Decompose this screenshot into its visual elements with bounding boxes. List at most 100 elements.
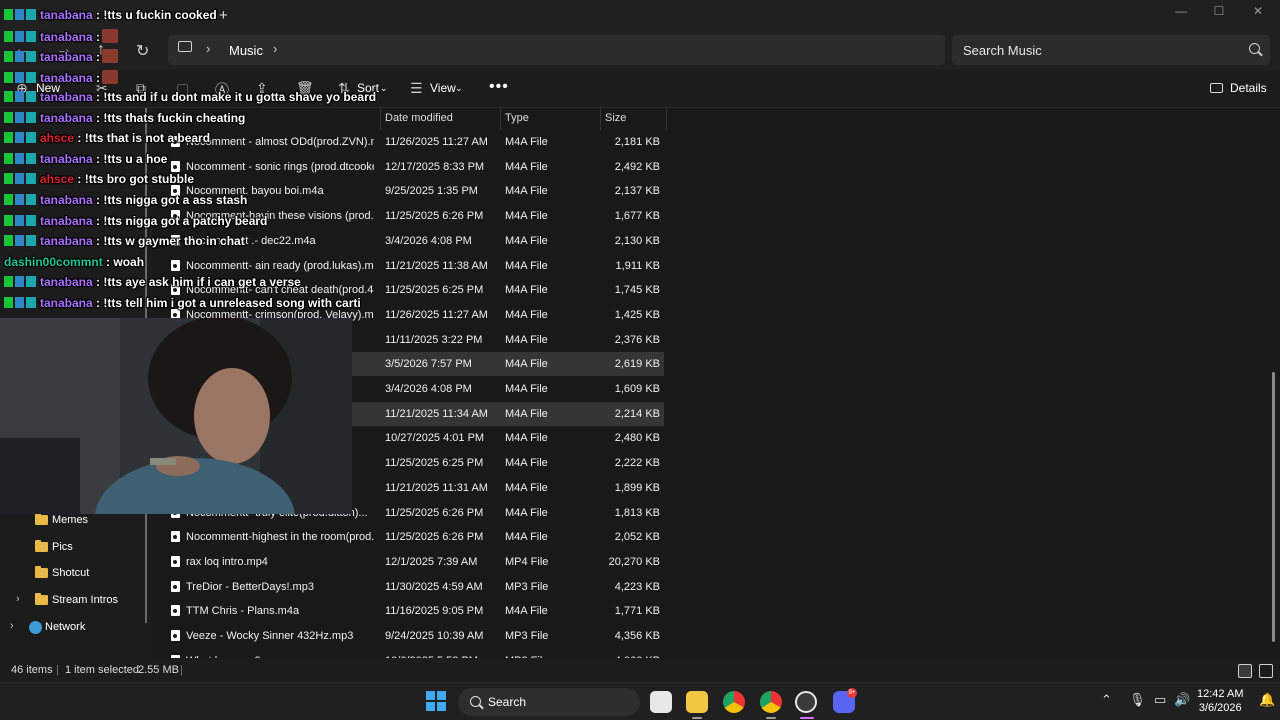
- file-date: 11/25/2025 6:26 PM: [385, 506, 484, 519]
- chrome-icon[interactable]: [723, 691, 745, 713]
- nav-item-label: Network: [45, 621, 86, 633]
- audio-file-icon: [171, 605, 180, 617]
- chat-message: tanabana : !tts nigga got a ass stash: [4, 193, 247, 211]
- chat-message: tanabana : !tts thats fuckin cheating: [4, 111, 245, 129]
- minimize-button[interactable]: —: [1167, 4, 1195, 22]
- clock[interactable]: 12:42 AM 3/6/2026: [1197, 687, 1243, 715]
- file-row[interactable]: What ham.mp310/6/2025 5:58 PMMP3 File4,0…: [162, 649, 664, 658]
- file-row[interactable]: Nocommentt-highest in the room(prod.1...…: [162, 525, 664, 549]
- file-row[interactable]: rax loq intro.mp4 12/1/2025 7:39 AM MP4 Fi…: [162, 550, 664, 574]
- chevron-up-icon[interactable]: ⌃: [1101, 692, 1112, 708]
- file-list-scrollbar[interactable]: [1272, 372, 1275, 642]
- file-date: 9/25/2025 1:35 PM: [385, 185, 478, 198]
- nav-item-stream-intros[interactable]: › Stream Intros: [0, 590, 150, 612]
- verified-badge-icon: [15, 71, 24, 83]
- chat-text: : !tts aye ask him if i can get a verse: [96, 275, 301, 290]
- file-size: 2,130 KB: [614, 234, 660, 247]
- file-date: 11/25/2025 6:26 PM: [385, 531, 484, 544]
- file-size: 4,223 KB: [614, 580, 660, 593]
- file-row[interactable]: Veeze - Wocky Sinner 432Hz.mp3 9/24/2025 …: [162, 624, 664, 648]
- mod-badge-icon: [4, 296, 13, 308]
- nav-item-network[interactable]: › Network: [0, 617, 150, 639]
- chat-username: tanabana: [40, 50, 93, 65]
- file-date: 12/1/2025 7:39 AM: [385, 555, 478, 568]
- file-type: M4A File: [505, 284, 548, 297]
- file-date: 11/25/2025 6:25 PM: [385, 284, 484, 297]
- column-size-header[interactable]: Size: [605, 112, 626, 124]
- view-icon[interactable]: ☰: [410, 80, 423, 97]
- chat-message: ahsce : !tts bro got stubble: [4, 172, 194, 190]
- windows-start-icon[interactable]: [426, 691, 446, 711]
- details-button[interactable]: Details: [1210, 81, 1267, 95]
- column-separator[interactable]: [600, 108, 601, 130]
- folder-icon: [35, 566, 48, 578]
- chevron-down-icon[interactable]: ⌄: [455, 83, 463, 94]
- nav-item-label: Stream Intros: [52, 594, 119, 606]
- search-input[interactable]: [952, 35, 1242, 65]
- chat-username: tanabana: [40, 29, 93, 44]
- file-size: 1,771 KB: [614, 605, 660, 618]
- mod-badge-icon: [4, 235, 13, 247]
- taskbar-search-label: Search: [488, 695, 527, 709]
- file-type: M4A File: [505, 136, 548, 148]
- file-type: M4A File: [505, 531, 548, 544]
- verified-badge-icon: [15, 214, 24, 226]
- file-date: 10/27/2025 4:01 PM: [385, 432, 485, 445]
- column-date-header[interactable]: Date modified: [385, 112, 453, 124]
- clock-time: 12:42 AM: [1197, 688, 1244, 700]
- sub-badge-icon: [26, 71, 36, 83]
- file-size: 1,425 KB: [614, 308, 660, 321]
- taskbar-search[interactable]: Search: [458, 688, 640, 716]
- notification-icon[interactable]: 🔔: [1259, 692, 1275, 708]
- file-type: MP3 File: [505, 630, 549, 642]
- file-date: 11/16/2025 9:05 PM: [385, 605, 484, 618]
- details-view-icon[interactable]: [1238, 664, 1252, 678]
- more-options-button[interactable]: •••: [489, 78, 509, 96]
- file-explorer-icon[interactable]: [686, 691, 708, 713]
- file-date: 3/4/2026 4:08 PM: [385, 383, 472, 395]
- close-button[interactable]: ✕: [1244, 4, 1272, 22]
- chat-text: :: [96, 50, 101, 65]
- obs-icon[interactable]: [795, 691, 817, 713]
- file-type: M4A File: [505, 259, 548, 272]
- file-name: TreDior - BetterDays!.mp3: [186, 580, 314, 593]
- maximize-button[interactable]: ☐: [1205, 4, 1233, 22]
- verified-badge-icon: [15, 235, 24, 247]
- file-row[interactable]: TreDior - BetterDays!.mp3 11/30/2025 4:59…: [162, 575, 664, 599]
- column-separator[interactable]: [380, 108, 381, 130]
- folder-icon: [35, 593, 48, 605]
- verified-badge-icon: [15, 30, 24, 42]
- microphone-icon[interactable]: 🎙: [1129, 692, 1146, 708]
- search-icon[interactable]: [1249, 43, 1260, 54]
- chat-message: tanabana : !tts u fuckin cooked: [4, 8, 217, 26]
- chevron-down-icon[interactable]: ⌄: [380, 83, 388, 94]
- chat-username: ahsce: [40, 172, 75, 187]
- expand-chevron-icon[interactable]: ›: [10, 620, 14, 632]
- chat-message: dashin00commnt : woah: [4, 255, 144, 273]
- file-row[interactable]: TTM Chris - Plans.m4a 11/16/2025 9:05 PM M…: [162, 599, 664, 623]
- webcam-feed: [0, 318, 352, 514]
- view-button[interactable]: View: [430, 81, 456, 95]
- chrome-profile-icon[interactable]: [760, 691, 782, 713]
- search-box[interactable]: [952, 35, 1270, 65]
- file-date: 11/25/2025 6:25 PM: [385, 457, 484, 470]
- column-separator[interactable]: [666, 108, 667, 130]
- chat-text: : !tts thats fuckin cheating: [96, 110, 246, 125]
- file-date: 9/24/2025 10:39 AM: [385, 630, 484, 642]
- mod-badge-icon: [4, 214, 13, 226]
- file-type: M4A File: [505, 407, 548, 420]
- tiles-view-icon[interactable]: [1259, 664, 1273, 678]
- file-name: TTM Chris - Plans.m4a: [186, 605, 300, 618]
- store-icon[interactable]: [650, 691, 672, 713]
- status-divider: |: [180, 664, 183, 676]
- column-separator[interactable]: [500, 108, 501, 130]
- nav-item-shotcut[interactable]: Shotcut: [0, 563, 150, 585]
- nav-item-pics[interactable]: Pics: [0, 537, 150, 559]
- file-size: 2,214 KB: [614, 407, 660, 420]
- network-icon[interactable]: ▭: [1154, 692, 1166, 708]
- column-type-header[interactable]: Type: [505, 112, 529, 124]
- nav-item-label: Shotcut: [52, 567, 90, 579]
- sub-badge-icon: [26, 9, 36, 20]
- volume-icon[interactable]: 🔊: [1174, 692, 1190, 708]
- expand-chevron-icon[interactable]: ›: [16, 593, 20, 605]
